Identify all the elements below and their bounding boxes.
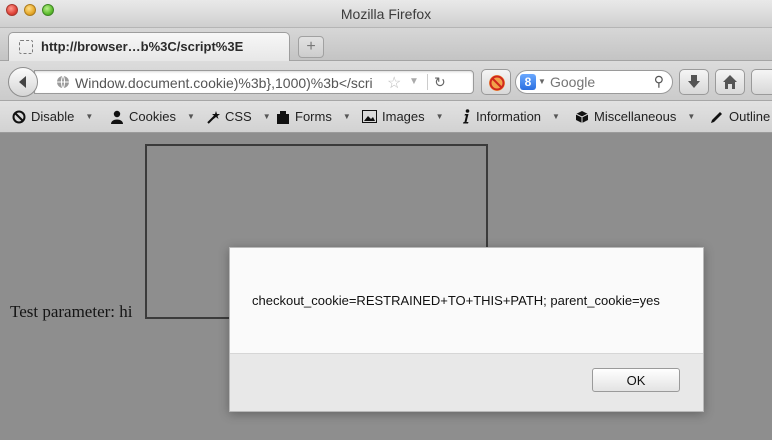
devbar-item-forms[interactable]: Forms ▼ bbox=[276, 109, 351, 124]
cookies-icon bbox=[111, 110, 123, 124]
back-button[interactable] bbox=[8, 67, 38, 97]
outline-icon bbox=[711, 111, 722, 123]
css-icon bbox=[207, 110, 220, 124]
navigation-bar: Window.document.cookie)%3b},1000)%3b</sc… bbox=[0, 61, 772, 101]
chevron-down-icon: ▼ bbox=[552, 112, 560, 121]
devbar-label: CSS bbox=[225, 109, 252, 124]
window-title: Mozilla Firefox bbox=[340, 6, 432, 22]
toolbar-extra-button[interactable] bbox=[751, 69, 772, 95]
chevron-down-icon: ▼ bbox=[687, 112, 696, 121]
devbar-item-images[interactable]: Images ▼ bbox=[362, 109, 444, 124]
chevron-down-icon: ▼ bbox=[186, 112, 195, 121]
bookmark-star-icon[interactable]: ☆ bbox=[387, 73, 401, 93]
title-bar: Mozilla Firefox bbox=[0, 0, 772, 28]
new-tab-button[interactable]: + bbox=[298, 36, 324, 58]
chevron-down-icon: ▼ bbox=[262, 112, 271, 121]
web-developer-toolbar: Disable ▼ Cookies ▼ CSS ▼ Forms ▼ Images ▼ In… bbox=[0, 101, 772, 133]
tab-bar: http://browser…b%3C/script%3E + bbox=[0, 28, 772, 61]
url-text[interactable]: Window.document.cookie)%3b},1000)%3b</sc… bbox=[75, 75, 395, 91]
chevron-down-icon: ▼ bbox=[435, 112, 444, 121]
noscript-icon bbox=[489, 75, 505, 91]
page-content: Test parameter: hi checkout_cookie=RESTR… bbox=[0, 133, 772, 440]
devbar-item-disable[interactable]: Disable ▼ bbox=[12, 109, 93, 124]
url-history-dropdown-icon[interactable]: ▼ bbox=[409, 76, 419, 87]
tab-title: http://browser…b%3C/script%3E bbox=[41, 39, 244, 54]
download-arrow-icon bbox=[688, 75, 700, 88]
chevron-down-icon: ▼ bbox=[342, 112, 351, 121]
test-parameter-text: Test parameter: hi bbox=[10, 302, 133, 321]
alert-message: checkout_cookie=RESTRAINED+TO+THIS+PATH;… bbox=[252, 293, 660, 308]
search-box[interactable]: 8 ▼ ⚲ bbox=[515, 70, 673, 94]
noscript-button[interactable] bbox=[481, 69, 511, 95]
alert-footer: OK bbox=[230, 353, 703, 411]
devbar-label: Cookies bbox=[129, 109, 176, 124]
reload-icon[interactable]: ↻ bbox=[434, 74, 446, 91]
devbar-item-cookies[interactable]: Cookies ▼ bbox=[110, 109, 195, 124]
tab-active[interactable]: http://browser…b%3C/script%3E bbox=[8, 32, 290, 61]
devbar-item-outline[interactable]: Outline bbox=[710, 109, 770, 124]
devbar-item-miscellaneous[interactable]: Miscellaneous ▼ bbox=[575, 109, 695, 124]
home-icon bbox=[723, 75, 737, 89]
page-favicon-icon bbox=[19, 40, 33, 54]
devbar-item-information[interactable]: Information ▼ bbox=[461, 109, 560, 124]
disable-icon bbox=[12, 110, 26, 123]
back-arrow-icon bbox=[19, 76, 26, 88]
url-divider bbox=[427, 74, 428, 90]
search-input[interactable] bbox=[550, 74, 645, 90]
home-button[interactable] bbox=[715, 69, 745, 95]
url-bar[interactable]: Window.document.cookie)%3b},1000)%3b</sc… bbox=[34, 70, 474, 94]
images-icon bbox=[362, 110, 377, 123]
devbar-label: Information bbox=[476, 109, 542, 124]
devbar-item-css[interactable]: CSS ▼ bbox=[206, 109, 271, 124]
downloads-button[interactable] bbox=[679, 69, 709, 95]
search-engine-dropdown-icon[interactable]: ▼ bbox=[538, 77, 546, 86]
miscellaneous-icon bbox=[575, 110, 589, 123]
forms-icon bbox=[277, 110, 289, 124]
devbar-label: Miscellaneous bbox=[594, 109, 677, 124]
information-icon bbox=[463, 109, 470, 124]
devbar-label: Images bbox=[382, 109, 425, 124]
alert-dialog: checkout_cookie=RESTRAINED+TO+THIS+PATH;… bbox=[229, 247, 704, 412]
chevron-down-icon: ▼ bbox=[85, 112, 94, 121]
magnifier-icon[interactable]: ⚲ bbox=[654, 73, 664, 90]
devbar-label: Outline bbox=[729, 109, 771, 124]
globe-icon bbox=[57, 75, 69, 89]
devbar-label: Forms bbox=[295, 109, 332, 124]
ok-button[interactable]: OK bbox=[592, 368, 680, 392]
search-engine-icon[interactable]: 8 bbox=[520, 74, 536, 90]
devbar-label: Disable bbox=[31, 109, 75, 124]
